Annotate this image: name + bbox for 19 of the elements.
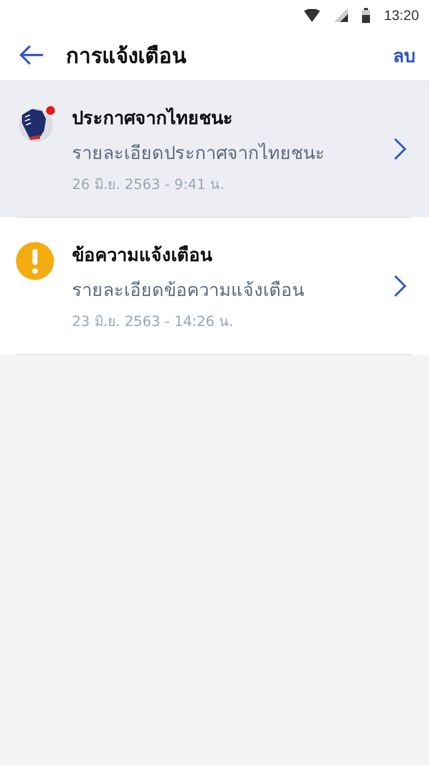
notification-title: ข้อความแจ้งเตือน bbox=[72, 244, 214, 268]
notification-time: 23 มิ.ย. 2563 - 14:26 น. bbox=[72, 313, 234, 332]
fist-icon bbox=[16, 105, 54, 143]
battery-icon bbox=[362, 8, 370, 22]
unread-dot bbox=[45, 105, 56, 116]
page-title: การแจ้งเตือน bbox=[66, 42, 188, 70]
signal-icon bbox=[334, 8, 348, 22]
status-time: 13:20 bbox=[384, 7, 419, 23]
notification-time: 26 มิ.ย. 2563 - 9:41 น. bbox=[72, 176, 226, 195]
chevron-right-icon bbox=[393, 274, 407, 298]
delete-button[interactable]: ลบ bbox=[393, 40, 415, 70]
warning-icon bbox=[16, 242, 54, 280]
wifi-icon bbox=[304, 8, 320, 22]
notification-item[interactable]: ประกาศจากไทยชนะ รายละเอียดประกาศจากไทยชนะ 26 มิ.ย. 2563 - 9:41 น. bbox=[0, 81, 429, 217]
notification-detail: รายละเอียดประกาศจากไทยชนะ bbox=[72, 142, 326, 166]
notification-detail: รายละเอียดข้อความแจ้งเตือน bbox=[72, 279, 305, 303]
notification-title: ประกาศจากไทยชนะ bbox=[72, 106, 234, 131]
chevron-right-icon bbox=[393, 137, 407, 161]
notification-item[interactable]: ข้อความแจ้งเตือน รายละเอียดข้อความแจ้งเตือน 23 มิ.ย. 2563 - 14:26 น. bbox=[0, 218, 429, 354]
